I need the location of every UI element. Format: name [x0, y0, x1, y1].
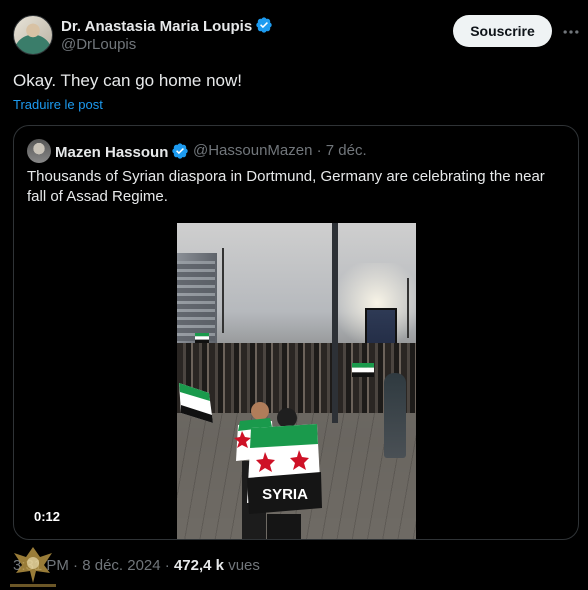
quoted-author-name-row[interactable]: Mazen Hassoun — [55, 142, 189, 161]
video-duration: 0:12 — [34, 509, 61, 524]
views-label: vues — [228, 557, 260, 574]
more-dots-icon[interactable] — [561, 22, 581, 42]
verified-badge-icon — [172, 143, 189, 159]
author-handle[interactable]: @DrLoupis — [61, 36, 136, 53]
syrian-flag-icon — [179, 383, 213, 423]
quoted-post[interactable]: Mazen Hassoun @HassounMazen · 7 déc. Tho… — [13, 125, 579, 540]
quoted-author-handle[interactable]: @HassounMazen — [193, 142, 312, 159]
verified-badge-icon — [256, 17, 272, 33]
video-building-facade — [177, 261, 215, 341]
syrian-flag-icon — [352, 363, 374, 377]
quoted-post-text: Thousands of Syrian diaspora in Dortmund… — [27, 168, 545, 205]
video-bystander — [384, 373, 406, 458]
video-person-with-flag: SYRIA — [247, 408, 322, 539]
post-text: Okay. They can go home now! — [13, 71, 242, 90]
views-count: 472,4 k — [173, 557, 225, 574]
quoted-author-name[interactable]: Mazen Hassoun — [55, 144, 168, 161]
video-pole — [332, 223, 338, 423]
author-name-row[interactable]: Dr. Anastasia Maria Loupis — [61, 16, 273, 35]
author-name[interactable]: Dr. Anastasia Maria Loupis — [61, 18, 252, 35]
translate-link[interactable]: Traduire le post — [13, 97, 103, 112]
flag-banner-text: SYRIA — [262, 486, 308, 503]
video-player[interactable]: SYRIA — [177, 223, 416, 539]
video-streetlamp — [222, 248, 224, 333]
post-date[interactable]: 8 déc. 2024 — [82, 557, 160, 574]
quoted-handle-age[interactable]: @HassounMazen · 7 déc. — [193, 142, 367, 159]
author-avatar[interactable] — [13, 15, 53, 55]
post: Dr. Anastasia Maria Loupis @DrLoupis Sou… — [0, 0, 588, 590]
video-streetlamp — [407, 278, 409, 338]
quoted-author-avatar[interactable] — [27, 139, 51, 163]
quoted-post-age[interactable]: 7 déc. — [326, 142, 367, 159]
watermark-logo-icon — [10, 547, 56, 587]
subscribe-button[interactable]: Souscrire — [453, 15, 552, 47]
meta-separator: · — [73, 557, 79, 574]
syrian-flag-icon — [195, 333, 209, 343]
meta-separator: · — [164, 557, 170, 574]
